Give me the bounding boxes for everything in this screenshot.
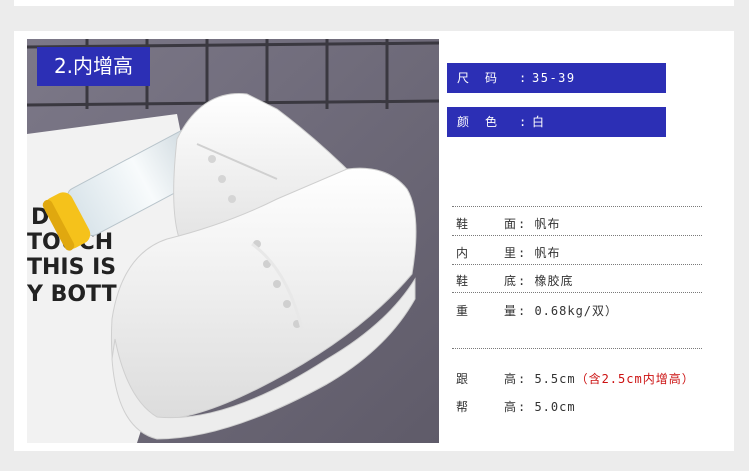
spec-lining-value: : 帆布	[518, 246, 561, 260]
spec-size-key: 尺 码	[457, 71, 500, 85]
bag-text-3: THIS IS	[27, 255, 116, 280]
spec-sole-value: : 橡胶底	[518, 274, 574, 288]
spec-size: 尺 码 : 35-39	[447, 63, 666, 93]
spec-weight-value: : 0.68kg/双）	[518, 304, 619, 318]
spec-heel-note: （含2.5cm内增高）	[575, 372, 695, 386]
spec-color-sep: :	[519, 115, 527, 129]
spec-lining: 内 里: 帆布	[456, 244, 560, 262]
spec-heel-height: 跟 高: 5.5cm（含2.5cm内增高）	[456, 370, 695, 388]
spec-weight: 重 量: 0.68kg/双）	[456, 302, 618, 320]
top-strip	[14, 0, 734, 6]
spec-sole: 鞋 底: 橡胶底	[456, 272, 573, 290]
product-photo: DOI TOUCH THIS IS Y BOTT	[27, 39, 439, 443]
step-badge: 2.内增高	[37, 47, 150, 86]
spec-upper-value: : 帆布	[518, 217, 561, 231]
spec-sole-key: 鞋 底	[456, 274, 529, 288]
divider	[452, 292, 702, 293]
spec-heel-key: 跟 高	[456, 372, 529, 386]
shoe-photo-illustration: DOI TOUCH THIS IS Y BOTT	[27, 39, 439, 443]
spec-size-sep: :	[519, 71, 527, 85]
divider	[452, 235, 702, 236]
spec-color-value: 白	[532, 115, 546, 129]
spec-heel-value: : 5.5cm	[518, 372, 576, 386]
bag-text-4: Y BOTT	[27, 282, 117, 307]
divider	[452, 348, 702, 349]
spec-platform-value: : 5.0cm	[518, 400, 576, 414]
spec-upper: 鞋 面: 帆布	[456, 215, 560, 233]
spec-color-key: 颜 色	[457, 115, 500, 129]
spec-platform-height: 帮 高: 5.0cm	[456, 398, 576, 416]
spec-color: 颜 色 : 白	[447, 107, 666, 137]
spec-size-value: 35-39	[532, 71, 576, 85]
divider	[452, 264, 702, 265]
spec-upper-key: 鞋 面	[456, 217, 529, 231]
divider	[452, 206, 702, 207]
spec-platform-key: 帮 高	[456, 400, 529, 414]
spec-weight-key: 重 量	[456, 304, 529, 318]
spec-lining-key: 内 里	[456, 246, 529, 260]
